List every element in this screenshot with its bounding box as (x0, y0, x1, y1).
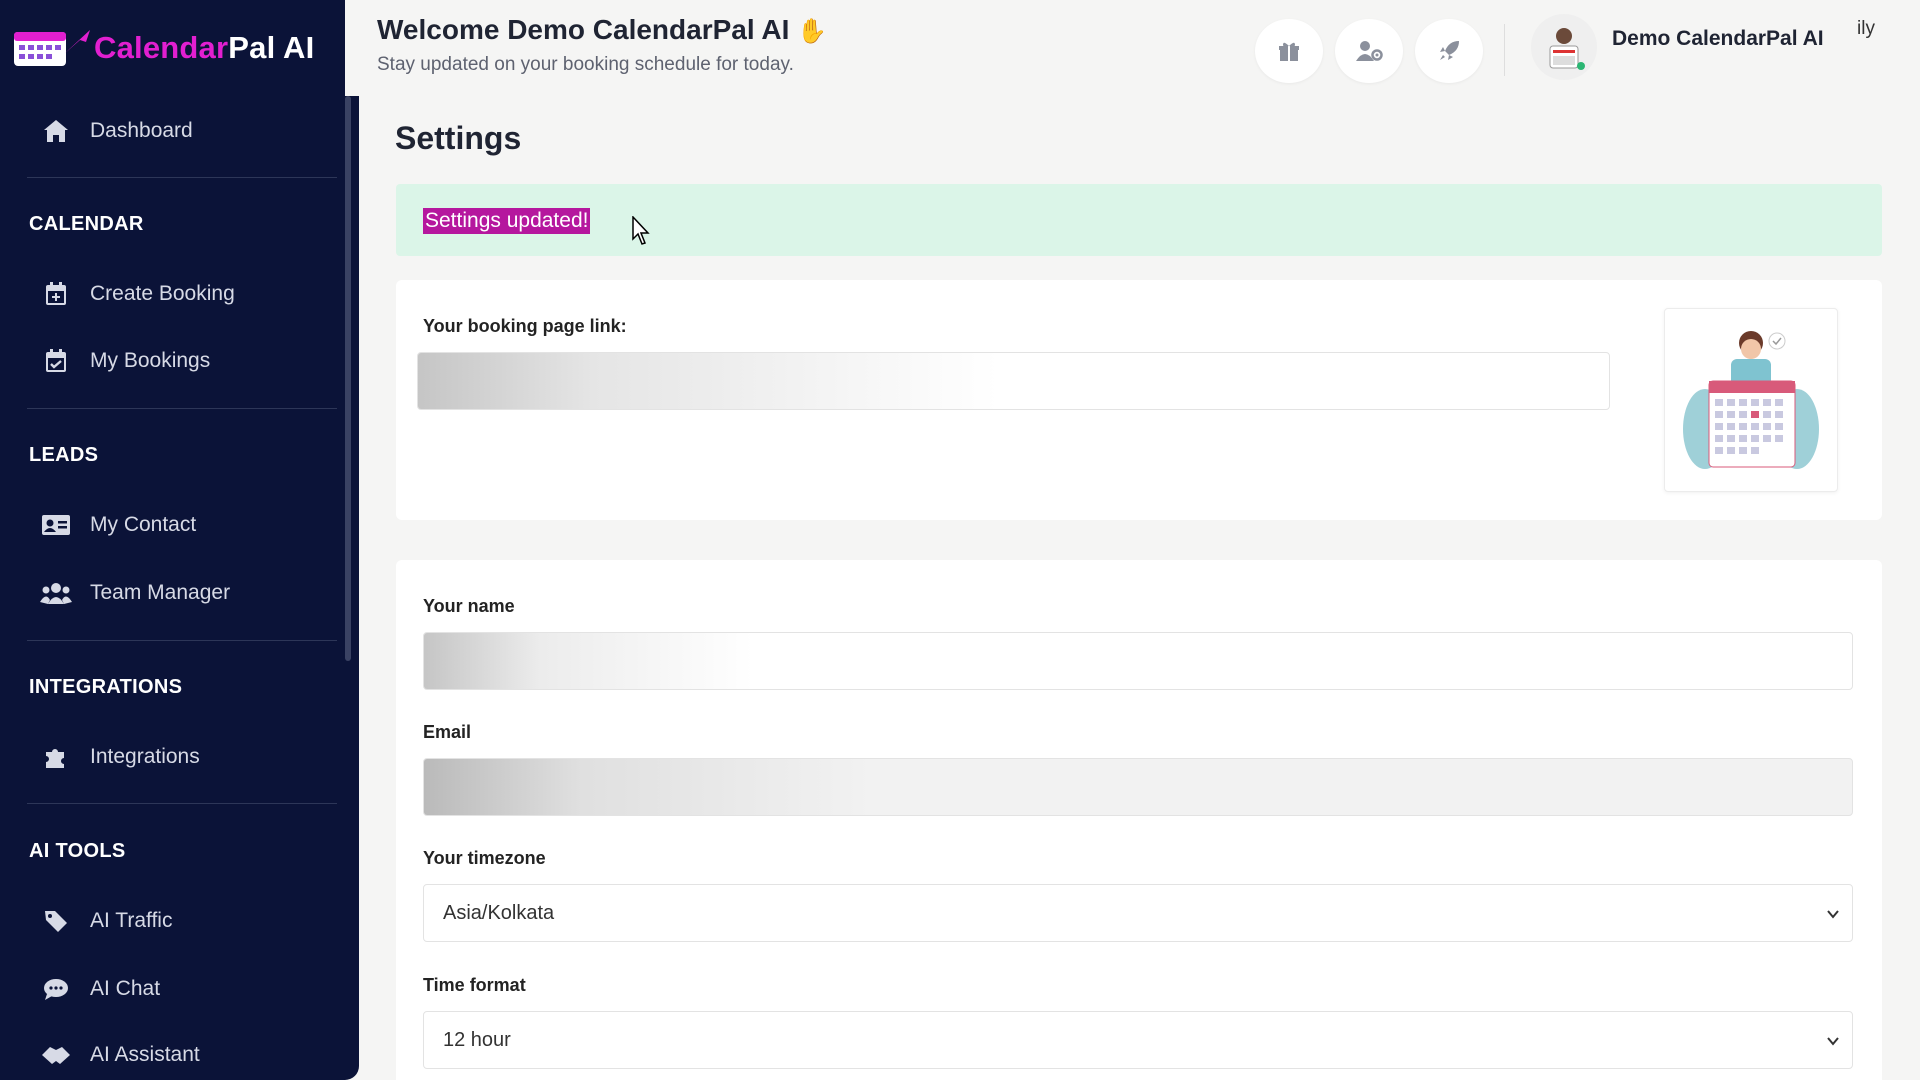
sidebar-scrollbar[interactable] (345, 96, 351, 661)
header-divider (1504, 24, 1505, 76)
home-icon (38, 116, 74, 146)
booking-link-input[interactable] (417, 352, 1610, 410)
sidebar-item-dashboard[interactable]: Dashboard (38, 116, 193, 146)
chevron-down-icon (1826, 904, 1840, 927)
wave-icon: ✋ (797, 18, 828, 45)
sidebar-item-label: AI Traffic (90, 909, 173, 932)
redacted-value (424, 633, 754, 689)
launch-button[interactable] (1415, 19, 1483, 83)
name-input[interactable] (423, 632, 1853, 690)
email-label: Email (423, 722, 472, 742)
avatar[interactable] (1531, 14, 1597, 80)
section-ai-tools: AI TOOLS (29, 840, 126, 862)
sidebar-item-team-manager[interactable]: Team Manager (38, 578, 230, 608)
users-icon (38, 578, 74, 608)
timezone-select[interactable]: Asia/Kolkata (423, 884, 1853, 942)
user-name[interactable]: Demo CalendarPal AI (1612, 27, 1824, 51)
sidebar-item-my-bookings[interactable]: My Bookings (38, 346, 210, 376)
tag-icon (38, 906, 74, 936)
sidebar-item-ai-assistant[interactable]: AI Assistant (38, 1040, 200, 1070)
timezone-value: Asia/Kolkata (443, 901, 555, 924)
success-alert: Settings updated! (396, 184, 1882, 256)
calendar-check-icon (38, 346, 74, 376)
section-leads: LEADS (29, 444, 99, 466)
booking-link-card: Your booking page link: (396, 280, 1882, 520)
sidebar-item-create-booking[interactable]: Create Booking (38, 279, 235, 309)
alert-message: Settings updated! (423, 208, 591, 234)
sidebar-divider (27, 177, 337, 178)
sidebar-divider (27, 640, 337, 641)
handshake-icon (38, 1040, 74, 1070)
logo-text-part1: Calendar (94, 30, 229, 65)
top-header: Welcome Demo CalendarPal AI ✋ Stay update… (345, 0, 1920, 96)
gift-icon (1279, 42, 1299, 61)
rocket-icon (1440, 41, 1459, 60)
section-calendar: CALENDAR (29, 213, 144, 235)
sidebar-item-label: Integrations (90, 745, 200, 768)
timezone-label: Your timezone (423, 848, 546, 868)
time-format-select[interactable]: 12 hour (423, 1011, 1853, 1069)
sidebar-item-label: Create Booking (90, 282, 235, 305)
time-format-label: Time format (423, 975, 526, 995)
app-logo[interactable]: CalendarPal AI (0, 0, 345, 96)
sidebar-item-ai-traffic[interactable]: AI Traffic (38, 906, 172, 936)
sidebar-item-label: Dashboard (90, 119, 193, 142)
user-gear-icon (1356, 41, 1383, 61)
calendar-illustration (1664, 308, 1838, 492)
booking-link-label: Your booking page link: (423, 316, 627, 336)
email-field[interactable] (423, 758, 1853, 816)
sidebar-divider (27, 408, 337, 409)
chat-icon (38, 974, 74, 1004)
contact-card-icon (38, 510, 74, 540)
calendar-plus-icon (38, 279, 74, 309)
sidebar-item-label: My Contact (90, 513, 197, 536)
welcome-subtitle: Stay updated on your booking schedule fo… (377, 54, 794, 75)
mouse-cursor-icon (632, 215, 652, 251)
sidebar-divider (27, 803, 337, 804)
sidebar-item-integrations[interactable]: Integrations (38, 742, 200, 772)
user-settings-button[interactable] (1335, 19, 1403, 83)
sidebar: CalendarPal AI Dashboard CALENDAR Create… (0, 0, 359, 1080)
welcome-title: Welcome Demo CalendarPal AI ✋ (377, 14, 827, 46)
chevron-down-icon (1826, 1031, 1840, 1054)
logo-text-part2: Pal AI (228, 30, 315, 65)
sidebar-item-my-contact[interactable]: My Contact (38, 510, 196, 540)
calendar-logo-icon (10, 24, 94, 72)
sidebar-item-label: AI Assistant (90, 1043, 200, 1066)
puzzle-icon (38, 742, 74, 772)
page-title: Settings (395, 120, 522, 156)
welcome-text: Welcome Demo CalendarPal AI (377, 14, 790, 45)
profile-settings-card: Your name Email Your timezone Asia/Kolka… (396, 560, 1882, 1080)
section-integrations: INTEGRATIONS (29, 676, 183, 698)
redacted-value (418, 353, 998, 409)
name-label: Your name (423, 596, 515, 616)
app-name: CalendarPal AI (94, 30, 314, 66)
sidebar-item-label: My Bookings (90, 349, 211, 372)
sidebar-item-label: AI Chat (90, 977, 161, 1000)
time-format-value: 12 hour (443, 1028, 511, 1051)
redacted-value (424, 759, 874, 815)
gift-button[interactable] (1255, 19, 1323, 83)
header-overflow-text: ily (1857, 18, 1875, 39)
sidebar-item-ai-chat[interactable]: AI Chat (38, 974, 160, 1004)
sidebar-item-label: Team Manager (90, 581, 231, 604)
